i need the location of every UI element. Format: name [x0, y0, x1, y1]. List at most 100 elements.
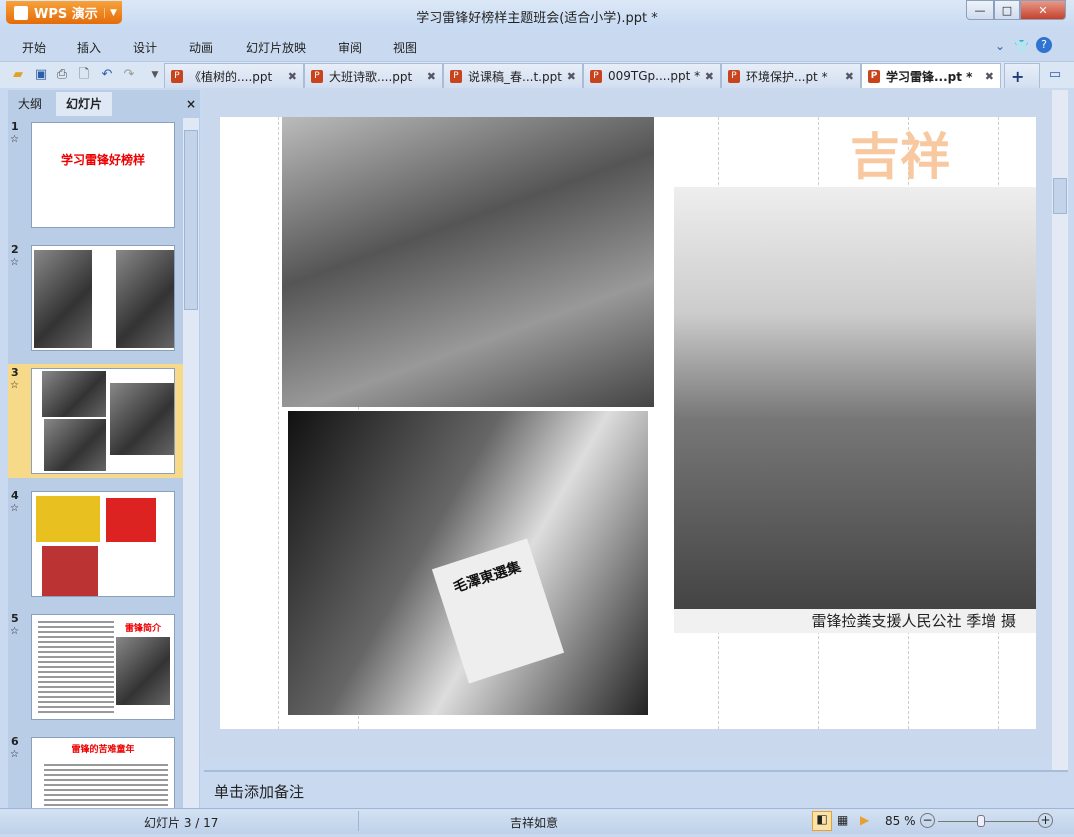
slide-sorter-icon[interactable]: ▦ — [837, 813, 848, 827]
close-tab-icon[interactable]: ✖ — [985, 70, 994, 83]
ppt-file-icon: P — [868, 69, 880, 83]
slide-number: 1 — [11, 120, 19, 133]
close-tab-icon[interactable]: ✖ — [288, 70, 297, 83]
tab-label: 《植树的....ppt — [189, 69, 273, 84]
slide-number: 4 — [11, 489, 19, 502]
help-icon[interactable]: ? — [1036, 37, 1052, 53]
theme-name: 吉祥如意 — [510, 816, 559, 830]
animation-star-icon: ☆ — [10, 380, 19, 391]
print-preview-icon[interactable]: 🗋 — [75, 66, 93, 84]
zoom-out-button[interactable]: − — [920, 813, 935, 828]
new-tab-button[interactable]: + — [1004, 63, 1040, 88]
animation-star-icon: ☆ — [10, 503, 19, 514]
zoom-level: 85 % — [885, 814, 916, 828]
tab-outline[interactable]: 大纲 — [8, 92, 52, 116]
animation-star-icon: ☆ — [10, 749, 19, 760]
document-tab[interactable]: P 说课稿_春...t.ppt ✖ — [443, 63, 583, 88]
animation-star-icon: ☆ — [10, 257, 19, 268]
normal-view-icon[interactable]: ◧ — [812, 811, 832, 831]
ppt-file-icon: P — [450, 69, 462, 83]
menu-slideshow[interactable]: 幻灯片放映 — [246, 39, 306, 56]
slide-number: 2 — [11, 243, 19, 256]
close-tab-icon[interactable]: ✖ — [845, 70, 854, 83]
zoom-slider[interactable] — [938, 821, 1038, 822]
title-bar: 学习雷锋好榜样主题班会(适合小学).ppt * WPS 演示 ▼ — □ ✕ — [0, 0, 1074, 30]
print-icon[interactable]: ⎙ — [53, 66, 71, 84]
slide-canvas[interactable]: 吉祥 毛澤東選集 雷锋捡粪支援人民公社 季增 摄 — [220, 117, 1036, 729]
slide-thumbnail-6[interactable]: 6 ☆ 雷锋的苦难童年 — [8, 733, 184, 808]
chevron-down-icon[interactable]: ▼ — [104, 7, 122, 18]
close-tab-icon[interactable]: ✖ — [705, 70, 714, 83]
thumbnail-scrollbar[interactable] — [183, 118, 199, 808]
photo-caption: 雷锋捡粪支援人民公社 季增 摄 — [674, 609, 1036, 633]
document-tab[interactable]: P 环境保护...pt * ✖ — [721, 63, 861, 88]
slideshow-icon[interactable]: ▶ — [860, 813, 869, 827]
tab-slides[interactable]: 幻灯片 — [56, 92, 113, 116]
app-button-label: WPS 演示 — [34, 7, 98, 22]
ppt-file-icon: P — [311, 69, 323, 83]
status-bar: 幻灯片 3 / 17 吉祥如意 ◧ ▦ ▶ 85 % − + — [0, 808, 1074, 834]
notes-area[interactable]: 单击添加备注 — [204, 770, 1068, 808]
window-arrange-icon[interactable]: ▭ — [1046, 66, 1064, 84]
animation-star-icon: ☆ — [10, 134, 19, 145]
window-title: 学习雷锋好榜样主题班会(适合小学).ppt * — [416, 11, 658, 26]
undo-icon[interactable]: ↶ — [98, 66, 116, 84]
document-tab[interactable]: P 《植树的....ppt ✖ — [164, 63, 304, 88]
zoom-in-button[interactable]: + — [1038, 813, 1053, 828]
document-tab-active[interactable]: P 学习雷锋...pt * ✖ — [861, 63, 1001, 88]
skin-shirt-icon[interactable]: 👕 — [1014, 39, 1029, 53]
wps-logo-icon — [14, 5, 28, 20]
tab-label: 009TGp....ppt * — [608, 69, 701, 83]
animation-star-icon: ☆ — [10, 626, 19, 637]
ppt-file-icon: P — [728, 69, 740, 83]
close-tab-icon[interactable]: ✖ — [427, 70, 436, 83]
scrollbar-thumb[interactable] — [184, 130, 198, 310]
slide-thumbnail-3-selected[interactable]: 3 ☆ — [8, 364, 184, 478]
zoom-slider-handle[interactable] — [976, 815, 985, 827]
slide-indicator: 幻灯片 3 / 17 — [144, 816, 219, 830]
slide-thumbnail-4[interactable]: 4 ☆ — [8, 487, 184, 601]
save-icon[interactable]: ▣ — [32, 66, 50, 84]
customize-dropdown-icon[interactable]: ▼ — [146, 66, 164, 84]
maximize-button[interactable]: □ — [994, 0, 1020, 20]
menu-review[interactable]: 审阅 — [338, 39, 362, 56]
document-tab[interactable]: P 大班诗歌....ppt ✖ — [304, 63, 443, 88]
photo-lei-feng-reading-in-truck[interactable]: 毛澤東選集 — [288, 411, 648, 715]
tab-label: 学习雷锋...pt * — [886, 69, 973, 84]
document-tab[interactable]: P 009TGp....ppt * ✖ — [583, 63, 721, 88]
auspicious-watermark: 吉祥 — [850, 128, 950, 186]
slide-thumbnail-1[interactable]: 1 ☆ 学习雷锋好榜样 — [8, 118, 184, 232]
thumbnail-title: 学习雷锋好榜样 — [60, 153, 145, 167]
slide-thumbnail-5[interactable]: 5 ☆ 雷锋简介 — [8, 610, 184, 724]
ppt-file-icon: P — [590, 69, 602, 83]
photo-lei-feng-reading-with-children[interactable] — [282, 117, 654, 407]
ppt-file-icon: P — [171, 69, 183, 83]
menu-animation[interactable]: 动画 — [189, 39, 213, 56]
photo-lei-feng-shoveling[interactable] — [674, 187, 1036, 609]
close-tab-icon[interactable]: ✖ — [567, 70, 576, 83]
menu-design[interactable]: 设计 — [133, 39, 157, 56]
tab-label: 大班诗歌....ppt — [329, 69, 413, 84]
scrollbar-thumb[interactable] — [1053, 178, 1067, 214]
tab-label: 说课稿_春...t.ppt — [468, 69, 562, 84]
thumbnail-title: 雷锋的苦难童年 — [71, 745, 135, 755]
slide-thumbnail-2[interactable]: 2 ☆ — [8, 241, 184, 355]
slide-thumbnail-list: 1 ☆ 学习雷锋好榜样 2 ☆ 3 ☆ 4 ☆ 5 ☆ 雷锋简介 6 ☆ 雷锋的苦难童年 — [8, 118, 184, 808]
close-button[interactable]: ✕ — [1020, 0, 1066, 20]
menu-view[interactable]: 视图 — [393, 39, 417, 56]
open-folder-icon[interactable]: ▰ — [9, 66, 27, 84]
menu-insert[interactable]: 插入 — [77, 39, 101, 56]
minimize-button[interactable]: — — [966, 0, 994, 20]
wps-app-menu-button[interactable]: WPS 演示 ▼ — [6, 1, 122, 24]
redo-icon[interactable]: ↷ — [120, 66, 138, 84]
slide-number: 3 — [11, 366, 19, 379]
close-panel-icon[interactable]: × — [176, 92, 206, 116]
ribbon-collapse-icon[interactable]: ⌄ — [995, 39, 1005, 53]
slide-scrollbar[interactable] — [1052, 90, 1068, 770]
slide-number: 6 — [11, 735, 19, 748]
menu-bar: 开始 插入 设计 动画 幻灯片放映 审阅 视图 ⌄ 👕 ? — [0, 34, 1074, 60]
notes-placeholder: 单击添加备注 — [214, 783, 305, 801]
tab-label: 环境保护...pt * — [746, 69, 828, 84]
book-title: 毛澤東選集 — [431, 538, 565, 684]
menu-home[interactable]: 开始 — [22, 39, 46, 56]
